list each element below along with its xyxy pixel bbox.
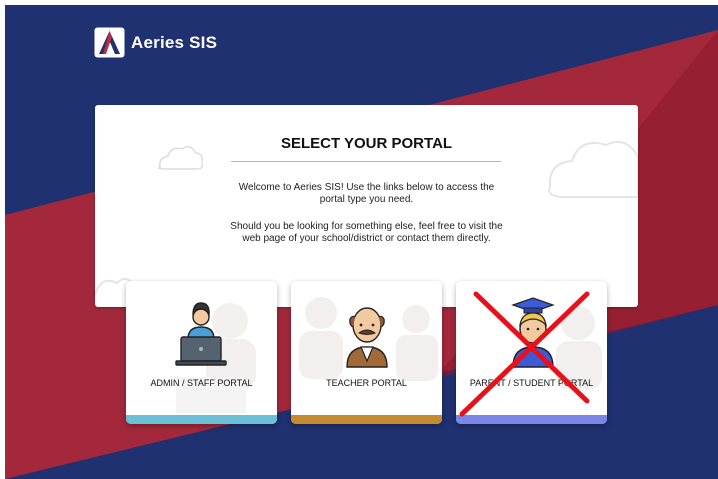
background: Aeries SIS SELECT YOUR PORTAL Welcome to… xyxy=(5,5,718,479)
intro-text-line-1: Welcome to Aeries SIS! Use the links bel… xyxy=(238,182,495,193)
cross-out-mark xyxy=(459,291,590,417)
page-frame: Aeries SIS SELECT YOUR PORTAL Welcome to… xyxy=(0,0,718,479)
aeries-logo-icon xyxy=(94,27,125,58)
portal-label: ADMIN / STAFF PORTAL xyxy=(150,378,253,388)
intro-text-line-4: web page of your school/district or cont… xyxy=(242,233,491,244)
teacher-icon xyxy=(299,297,438,381)
intro-text-line-3: Should you be looking for something else… xyxy=(230,221,503,232)
teacher-portal-card[interactable]: TEACHER PORTAL xyxy=(291,281,442,424)
portal-selection-panel: SELECT YOUR PORTAL Welcome to Aeries SIS… xyxy=(95,105,638,307)
brand-name: Aeries SIS xyxy=(131,32,218,52)
admin-staff-portal-card[interactable]: ADMIN / STAFF PORTAL xyxy=(126,281,277,424)
parent-student-portal-card[interactable]: PARENT / STUDENT PORTAL xyxy=(456,281,607,424)
portal-accent-bar xyxy=(126,415,277,424)
portal-label: TEACHER PORTAL xyxy=(326,378,407,388)
admin-laptop-icon xyxy=(175,302,256,413)
panel-title: SELECT YOUR PORTAL xyxy=(280,135,453,152)
aeries-logo[interactable]: Aeries SIS xyxy=(94,27,217,58)
title-divider xyxy=(231,161,501,162)
portal-accent-bar xyxy=(291,415,442,424)
intro-text-line-2: portal type you need. xyxy=(319,194,414,205)
